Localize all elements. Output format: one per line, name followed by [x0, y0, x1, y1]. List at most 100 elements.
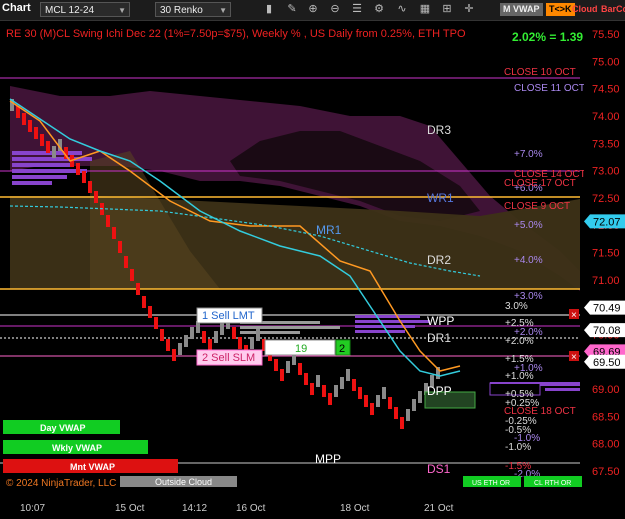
indicators-icon[interactable]: ∿: [395, 2, 409, 16]
time-tick-label: 21 Oct: [424, 503, 454, 514]
toolbar: Chart MCL 12-24 ▼ 30 Renko ▼ ▮ ✎ ⊕ ⊖ ☰ ⚙…: [0, 0, 625, 21]
cl-rth-or-label: CL RTH OR: [534, 480, 571, 487]
renko-bar: [22, 113, 26, 125]
tk-badge[interactable]: T<>K: [546, 3, 575, 16]
pct-4-label: +4.0%: [514, 255, 543, 266]
renko-bar: [220, 323, 224, 335]
renko-bar: [202, 331, 206, 343]
svg-text:69.50: 69.50: [593, 357, 621, 369]
chart-menu-button[interactable]: Chart: [2, 2, 31, 14]
renko-bar: [94, 191, 98, 203]
price-tick-label: 74.00: [592, 111, 620, 123]
renko-bar: [130, 269, 134, 281]
renko-bar: [412, 399, 416, 411]
renko-bar: [298, 363, 302, 375]
renko-bar: [106, 215, 110, 227]
renko-bar: [46, 141, 50, 153]
time-tick-label: 16 Oct: [236, 503, 266, 514]
bar-type-value: 30 Renko: [160, 5, 203, 16]
price-tick-label: 72.50: [592, 193, 620, 205]
sell-slm-label: 2 Sell SLM: [202, 352, 255, 364]
strategy-icon[interactable]: ⚙: [372, 2, 386, 16]
data-series-icon[interactable]: ▦: [418, 2, 432, 16]
renko-bar: [238, 337, 242, 349]
price-tick-label: 71.00: [592, 275, 620, 287]
svg-text:70.49: 70.49: [593, 303, 621, 315]
price-tick-label: 74.50: [592, 84, 620, 96]
barco-label[interactable]: BarCo: [601, 4, 625, 14]
sell-lmt-label: 1 Sell LMT: [202, 310, 255, 322]
drawing-tool-icon[interactable]: ✎: [285, 2, 299, 16]
renko-bar: [232, 327, 236, 339]
dr1-label: DR1: [427, 331, 451, 345]
renko-bar: [280, 369, 284, 381]
renko-bar: [334, 385, 338, 397]
renko-bar: [418, 391, 422, 403]
renko-bar: [28, 120, 32, 132]
order-count: 2: [339, 343, 345, 355]
position-quantity: 19: [295, 343, 307, 355]
renko-bar: [208, 339, 212, 351]
bar-style-icon[interactable]: ▮: [262, 2, 276, 16]
renko-bar: [76, 163, 80, 175]
day-vwap-label: Day VWAP: [40, 423, 86, 433]
close-x-1: ×: [571, 310, 577, 321]
renko-bar: [148, 306, 152, 318]
zoom-in-icon[interactable]: ⊕: [306, 2, 320, 16]
wpp-label: WPP: [427, 314, 454, 328]
zoom-out-icon[interactable]: ⊖: [328, 2, 342, 16]
price-flag: 69.50: [584, 354, 625, 369]
vwap-badge[interactable]: M VWAP: [500, 3, 543, 16]
price-chart[interactable]: 1 Sell LMT 2 Sell SLM 19 2 RE 30 (M)CL S…: [0, 21, 625, 500]
price-flag: 70.49: [584, 300, 625, 315]
time-axis[interactable]: 10:07 15 Oct 14:12 16 Oct 18 Oct 21 Oct: [0, 500, 590, 519]
ds1-label: DS1: [427, 462, 451, 476]
price-tick-label: 75.00: [592, 56, 620, 68]
renko-bar: [88, 181, 92, 193]
cursor-icon[interactable]: ✛: [462, 2, 476, 16]
chart-title: RE 30 (M)CL Swing Ichi Dec 22 (1%=7.50p=…: [6, 28, 466, 40]
cloud-label[interactable]: Cloud: [572, 4, 598, 14]
renko-bar: [250, 337, 254, 349]
renko-bar: [316, 375, 320, 387]
mpp-label: MPP: [315, 452, 341, 466]
price-tick-label: 73.00: [592, 166, 620, 178]
time-tick-label: 18 Oct: [340, 503, 370, 514]
renko-bar: [340, 377, 344, 389]
pct-7-label: +7.0%: [514, 149, 543, 160]
renko-bar: [322, 385, 326, 397]
price-tick-label: 73.50: [592, 138, 620, 150]
renko-bar: [364, 395, 368, 407]
renko-bar: [136, 283, 140, 295]
renko-bar: [172, 349, 176, 361]
renko-bar: [154, 317, 158, 329]
grid-icon[interactable]: ⊞: [440, 2, 454, 16]
time-tick-label: 15 Oct: [115, 503, 145, 514]
svg-text:70.08: 70.08: [593, 325, 621, 337]
price-tick-label: 69.00: [592, 384, 620, 396]
close-9-oct-label: CLOSE 9 OCT: [504, 201, 570, 212]
instrument-selector[interactable]: MCL 12-24 ▼: [40, 2, 130, 17]
renko-bar: [310, 383, 314, 395]
price-tick-label: 68.00: [592, 439, 620, 451]
price-tick-label: 67.50: [592, 466, 620, 478]
renko-bar: [346, 369, 350, 381]
renko-bar: [286, 361, 290, 373]
renko-bar: [370, 403, 374, 415]
pct-2-label: +2.0%: [505, 336, 534, 347]
pct-m1-label: -1.0%: [505, 442, 531, 453]
renko-bar: [376, 395, 380, 407]
renko-bar: [304, 373, 308, 385]
mnt-vwap-label: Mnt VWAP: [70, 462, 115, 472]
wkly-vwap-label: Wkly VWAP: [52, 443, 102, 453]
renko-bar: [34, 127, 38, 139]
chevron-down-icon: ▼: [118, 6, 126, 15]
renko-bar: [112, 227, 116, 239]
renko-bar: [142, 296, 146, 308]
price-flag: 70.08: [584, 323, 625, 338]
bar-type-selector[interactable]: 30 Renko ▼: [155, 2, 231, 17]
pct-3-label: 3.0%: [505, 301, 528, 312]
properties-icon[interactable]: ☰: [350, 2, 364, 16]
copyright-text: © 2024 NinjaTrader, LLC: [6, 478, 116, 489]
renko-bar: [178, 343, 182, 355]
